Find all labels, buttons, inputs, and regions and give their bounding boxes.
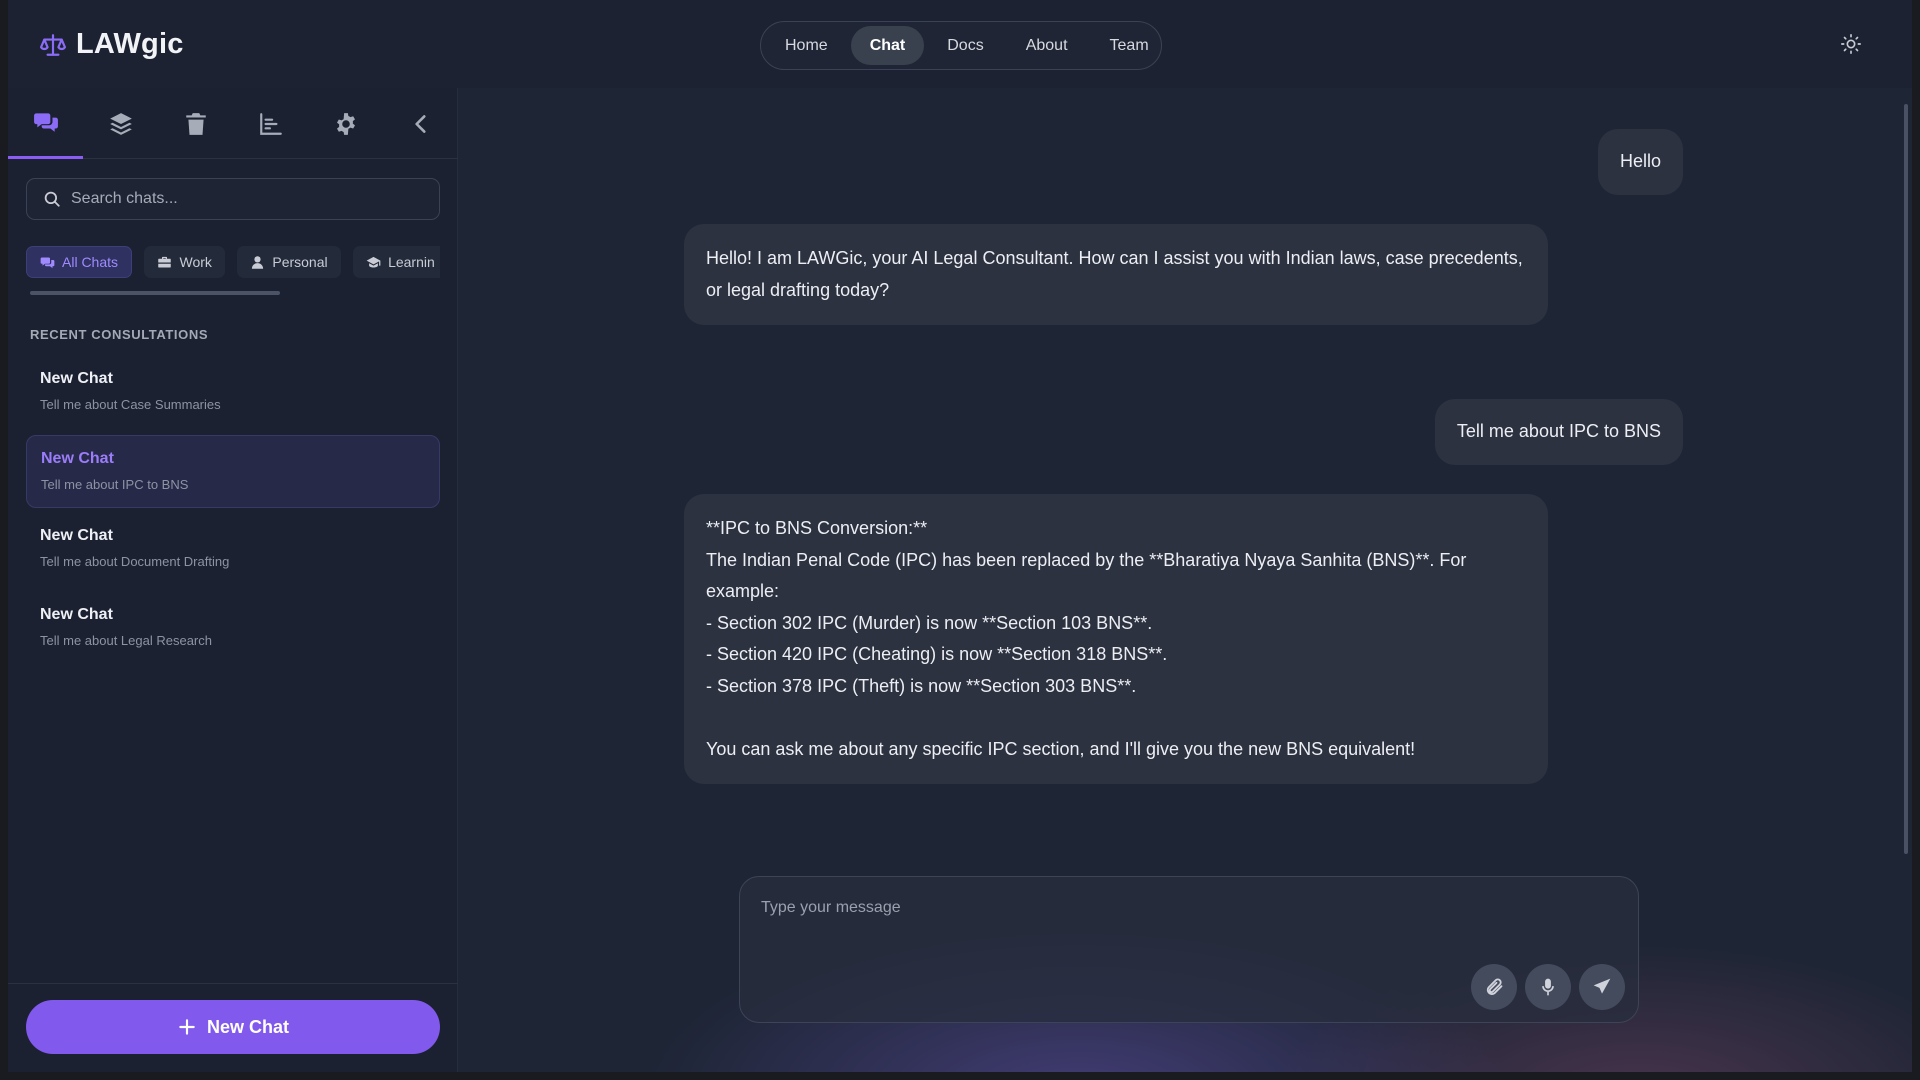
app-name: LAWgic — [76, 28, 184, 60]
assistant-message: Hello! I am LAWGic, your AI Legal Consul… — [684, 224, 1548, 325]
top-navbar: LAWgic Home Chat Docs About Team — [8, 0, 1912, 88]
assistant-message: **IPC to BNS Conversion:** The Indian Pe… — [684, 494, 1548, 784]
nav-docs[interactable]: Docs — [928, 26, 1002, 65]
gear-icon — [336, 112, 355, 135]
filter-personal[interactable]: Personal — [237, 246, 341, 278]
tab-trash[interactable] — [158, 88, 233, 159]
chats-icon — [33, 113, 58, 132]
paperclip-icon — [1486, 978, 1503, 995]
collapse-sidebar-button[interactable] — [383, 88, 458, 159]
tab-chats[interactable] — [8, 88, 83, 159]
tab-layers[interactable] — [83, 88, 158, 159]
filter-work[interactable]: Work — [144, 246, 225, 278]
filter-label: Learnin — [388, 254, 435, 270]
message-text: Hello — [1619, 151, 1661, 172]
message-text: **IPC to BNS Conversion:** The Indian Pe… — [706, 518, 1467, 759]
chat-list-item[interactable]: New Chat Tell me about Document Drafting — [26, 513, 440, 586]
message-text: Tell me about IPC to BNS — [1456, 421, 1661, 442]
chat-scrollbar[interactable] — [1904, 104, 1908, 854]
layers-icon — [109, 112, 132, 135]
app-window: LAWgic Home Chat Docs About Team Search … — [8, 0, 1912, 1072]
search-icon — [44, 191, 60, 207]
sun-icon[interactable] — [1840, 33, 1862, 55]
nav-home[interactable]: Home — [766, 26, 847, 65]
plus-icon — [179, 1019, 195, 1035]
chat-subtitle: Tell me about Document Drafting — [40, 554, 230, 569]
chats-icon — [40, 257, 55, 268]
message-text: Hello! I am LAWGic, your AI Legal Consul… — [706, 248, 1528, 300]
nav-team[interactable]: Team — [1091, 26, 1168, 65]
graduation-cap-icon — [366, 256, 381, 267]
message-composer[interactable]: Type your message — [739, 876, 1639, 1023]
chevron-left-icon — [414, 114, 426, 133]
filter-chips: All Chats Work Personal Learnin — [26, 246, 440, 278]
filter-learning[interactable]: Learnin — [353, 246, 440, 278]
user-icon — [252, 255, 264, 269]
filter-all-chats[interactable]: All Chats — [26, 246, 133, 278]
new-chat-label: New Chat — [206, 1016, 289, 1037]
tab-chart[interactable] — [233, 88, 308, 159]
nav-about[interactable]: About — [1007, 26, 1087, 65]
chart-icon — [259, 112, 282, 135]
chat-title: New Chat — [40, 370, 113, 387]
microphone-icon — [1542, 978, 1554, 996]
nav-chat[interactable]: Chat — [850, 26, 925, 65]
brand[interactable]: LAWgic — [40, 28, 184, 61]
trash-icon — [185, 112, 206, 135]
main-nav: Home Chat Docs About Team — [760, 21, 1162, 70]
sidebar: Search chats... All Chats Work Personal … — [8, 88, 458, 1072]
message-input-placeholder: Type your message — [761, 899, 901, 916]
chat-subtitle: Tell me about Legal Research — [40, 633, 212, 648]
search-chats-input[interactable]: Search chats... — [26, 178, 440, 220]
tab-settings[interactable] — [308, 88, 383, 159]
send-button[interactable] — [1579, 964, 1625, 1010]
sidebar-divider — [8, 983, 458, 984]
new-chat-button[interactable]: New Chat — [26, 1000, 440, 1054]
filter-label: Personal — [272, 254, 328, 270]
chat-list-item[interactable]: New Chat Tell me about Legal Research — [26, 592, 440, 665]
filter-label: All Chats — [62, 254, 119, 270]
briefcase-icon — [158, 256, 172, 267]
chat-area: Hello Hello! I am LAWGic, your AI Legal … — [459, 88, 1912, 1072]
recent-consultations-heading: RECENT CONSULTATIONS — [30, 327, 209, 342]
chat-title: New Chat — [40, 527, 113, 544]
sidebar-tabs — [8, 88, 458, 159]
voice-input-button[interactable] — [1525, 964, 1571, 1010]
chat-subtitle: Tell me about Case Summaries — [40, 397, 221, 412]
chat-subtitle: Tell me about IPC to BNS — [41, 477, 189, 492]
chat-list-item[interactable]: New Chat Tell me about Case Summaries — [26, 356, 440, 429]
user-message: Tell me about IPC to BNS — [1434, 399, 1683, 465]
chat-title: New Chat — [41, 450, 114, 467]
user-message: Hello — [1597, 129, 1683, 195]
search-placeholder: Search chats... — [71, 190, 178, 207]
filter-label: Work — [179, 254, 212, 270]
chat-list-item[interactable]: New Chat Tell me about IPC to BNS — [26, 435, 440, 508]
chips-scrollbar[interactable] — [30, 291, 280, 295]
send-icon — [1593, 978, 1611, 994]
attach-button[interactable] — [1471, 964, 1517, 1010]
chat-title: New Chat — [40, 606, 113, 623]
scales-icon — [40, 33, 66, 56]
